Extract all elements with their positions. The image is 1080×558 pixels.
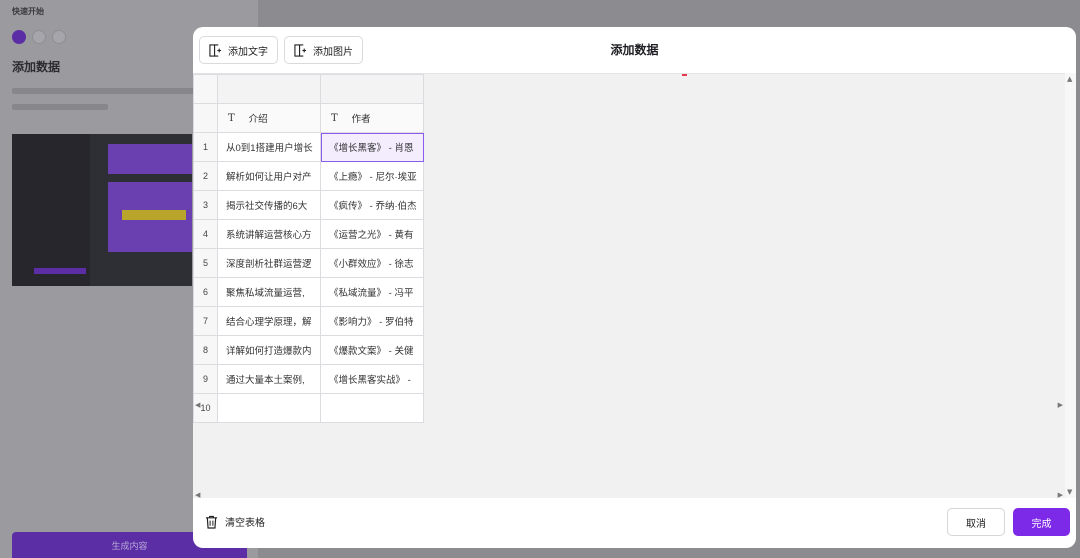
column-handle[interactable] xyxy=(320,74,424,104)
author-cell[interactable]: 《上瘾》 - 尼尔·埃亚 xyxy=(320,161,424,191)
cell-text: 解析如何让用户对产 xyxy=(226,172,312,183)
cell-text: 《增长黑客实战》 - xyxy=(329,375,411,386)
scroll-down-icon[interactable]: ▼ xyxy=(1067,488,1072,496)
cell-text: 通过大量本土案例, xyxy=(226,375,305,386)
row-number[interactable]: 7 xyxy=(193,306,218,336)
column-header-label: 介绍 xyxy=(248,114,268,125)
author-cell[interactable]: 《增长黑客》 - 肖恩 xyxy=(320,132,424,162)
table-row: 4 系统讲解运营核心方 《运营之光》 - 黄有 xyxy=(193,219,424,249)
cell-text: 《上瘾》 - 尼尔·埃亚 xyxy=(329,172,417,183)
cell-text: 《运营之光》 - 黄有 xyxy=(329,230,414,241)
row-number[interactable]: 5 xyxy=(193,248,218,278)
drop-indicator xyxy=(682,74,687,76)
scroll-left-icon[interactable]: ◀ xyxy=(195,401,200,409)
table-row: 6 聚焦私域流量运营, 《私域流量》 - 冯平 xyxy=(193,277,424,307)
background-step-dots xyxy=(12,30,66,44)
background-step-tag: 快速开始 xyxy=(12,7,44,16)
table-row: 9 通过大量本土案例, 《增长黑客实战》 - xyxy=(193,364,424,394)
row-number[interactable]: 6 xyxy=(193,277,218,307)
table-row: 8 详解如何打造爆款内 《爆款文案》 - 关健 xyxy=(193,335,424,365)
scroll-right-icon[interactable]: ▶ xyxy=(1058,401,1063,409)
table-horizontal-scrollbar[interactable]: ◀ ▶ xyxy=(193,401,1065,411)
author-cell[interactable]: 《私域流量》 - 冯平 xyxy=(320,277,424,307)
intro-cell[interactable]: 系统讲解运营核心方 xyxy=(217,219,321,249)
table-row: 2 解析如何让用户对产 《上瘾》 - 尼尔·埃亚 xyxy=(193,161,424,191)
background-heading: 添加数据 xyxy=(12,60,61,74)
step-dot xyxy=(32,30,46,44)
author-cell[interactable]: 《增长黑客实战》 - xyxy=(320,364,424,394)
text-type-icon: T xyxy=(331,112,338,124)
scroll-up-icon[interactable]: ▲ xyxy=(1067,75,1072,83)
table-row: 1 从0到1搭建用户增长 《增长黑客》 - 肖恩 xyxy=(193,132,424,162)
cell-text: 《疯传》 - 乔纳·伯杰 xyxy=(329,201,417,212)
cell-text: 《私域流量》 - 冯平 xyxy=(329,288,414,299)
intro-cell[interactable]: 通过大量本土案例, xyxy=(217,364,321,394)
background-template-preview xyxy=(12,134,192,286)
data-table: T 介绍 T 作者 1 从0到1搭建用户增长 《增长黑客》 - 肖恩 2 解析如何让用户… xyxy=(193,74,424,423)
author-cell[interactable]: 《爆款文案》 - 关健 xyxy=(320,335,424,365)
add-data-modal: 添加文字 添加图片 添加数据 T 介绍 T 作者 1 从0到1搭建用户增长 《增… xyxy=(193,27,1076,548)
vertical-scrollbar[interactable]: ▲ ▼ xyxy=(1065,73,1076,498)
corner-cell xyxy=(193,74,218,104)
modal-header: 添加文字 添加图片 添加数据 xyxy=(193,27,1076,73)
background-text-line xyxy=(12,88,202,94)
column-header-author[interactable]: T 作者 xyxy=(320,103,424,133)
author-cell[interactable]: 《影响力》 - 罗伯特 xyxy=(320,306,424,336)
intro-cell[interactable]: 聚焦私域流量运营, xyxy=(217,277,321,307)
table-row: 7 结合心理学原理，解 《影响力》 - 罗伯特 xyxy=(193,306,424,336)
intro-cell[interactable]: 结合心理学原理，解 xyxy=(217,306,321,336)
cell-text: 《爆款文案》 - 关健 xyxy=(329,346,414,357)
data-table-area: T 介绍 T 作者 1 从0到1搭建用户增长 《增长黑客》 - 肖恩 2 解析如何让用户… xyxy=(193,73,1065,499)
step-dot xyxy=(12,30,26,44)
row-number-header xyxy=(193,103,218,133)
modal-footer: 清空表格 取消 完成 xyxy=(193,498,1076,548)
cell-text: 从0到1搭建用户增长 xyxy=(226,143,313,154)
author-cell[interactable]: 《小群效应》 - 徐志 xyxy=(320,248,424,278)
row-number[interactable]: 8 xyxy=(193,335,218,365)
column-handle-row xyxy=(193,74,424,104)
text-type-icon: T xyxy=(228,112,235,124)
done-button[interactable]: 完成 xyxy=(1013,508,1070,536)
step-dot xyxy=(52,30,66,44)
background-text-line xyxy=(12,104,108,110)
modal-title: 添加数据 xyxy=(610,43,659,57)
intro-cell[interactable]: 详解如何打造爆款内 xyxy=(217,335,321,365)
intro-cell[interactable]: 揭示社交传播的6大 xyxy=(217,190,321,220)
intro-cell[interactable]: 从0到1搭建用户增长 xyxy=(217,132,321,162)
cell-text: 深度剖析社群运营逻 xyxy=(226,259,312,270)
cell-text: 详解如何打造爆款内 xyxy=(226,346,312,357)
row-number[interactable]: 2 xyxy=(193,161,218,191)
author-cell[interactable]: 《疯传》 - 乔纳·伯杰 xyxy=(320,190,424,220)
column-header-intro[interactable]: T 介绍 xyxy=(217,103,321,133)
clear-table-button[interactable]: 清空表格 xyxy=(205,514,265,529)
cell-text: 聚焦私域流量运营, xyxy=(226,288,305,299)
cell-text: 《小群效应》 - 徐志 xyxy=(329,259,414,270)
cancel-button[interactable]: 取消 xyxy=(947,508,1005,536)
cell-text: 结合心理学原理，解 xyxy=(226,317,312,328)
clear-table-label: 清空表格 xyxy=(225,518,265,529)
intro-cell[interactable]: 解析如何让用户对产 xyxy=(217,161,321,191)
row-number[interactable]: 3 xyxy=(193,190,218,220)
intro-cell[interactable]: 深度剖析社群运营逻 xyxy=(217,248,321,278)
author-cell[interactable]: 《运营之光》 - 黄有 xyxy=(320,219,424,249)
cell-text: 系统讲解运营核心方 xyxy=(226,230,312,241)
row-number[interactable]: 9 xyxy=(193,364,218,394)
column-handle[interactable] xyxy=(217,74,321,104)
row-number[interactable]: 4 xyxy=(193,219,218,249)
table-row: 5 深度剖析社群运营逻 《小群效应》 - 徐志 xyxy=(193,248,424,278)
header-row: T 介绍 T 作者 xyxy=(193,103,424,133)
cell-text: 《增长黑客》 - 肖恩 xyxy=(329,143,414,154)
cell-text: 《影响力》 - 罗伯特 xyxy=(329,317,414,328)
column-header-label: 作者 xyxy=(351,114,371,125)
trash-icon xyxy=(205,515,218,529)
cell-text: 揭示社交传播的6大 xyxy=(226,201,308,212)
table-row: 3 揭示社交传播的6大 《疯传》 - 乔纳·伯杰 xyxy=(193,190,424,220)
row-number[interactable]: 1 xyxy=(193,132,218,162)
